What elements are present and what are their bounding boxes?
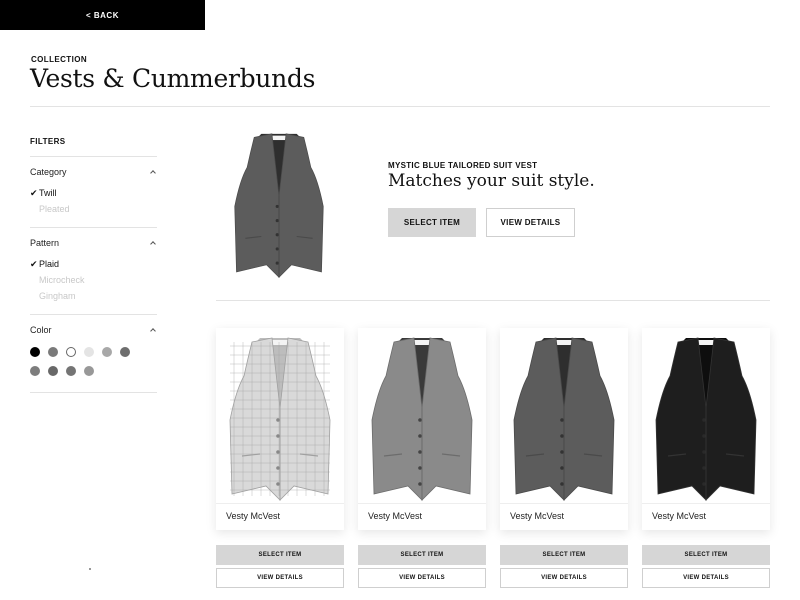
feature-product-name: MYSTIC BLUE TAILORED SUIT VEST	[388, 161, 538, 170]
filter-option-label: Gingham	[39, 291, 76, 301]
card-divider	[216, 503, 344, 504]
section-divider	[216, 300, 770, 301]
filter-label-color: Color	[30, 325, 52, 335]
product-name: Vesty McVest	[652, 511, 707, 521]
product-card[interactable]: Vesty McVest	[216, 328, 344, 530]
back-button[interactable]: < BACK	[0, 0, 205, 30]
filter-group-category: Category ✔ Twill Pleated	[30, 157, 157, 227]
select-item-button[interactable]: SELECT ITEM	[358, 545, 486, 565]
view-details-button[interactable]: VIEW DETAILS	[500, 568, 628, 588]
filter-option-label: Pleated	[39, 204, 70, 214]
filter-divider	[30, 392, 157, 393]
select-item-button[interactable]: SELECT ITEM	[216, 545, 344, 565]
color-swatch[interactable]	[66, 347, 76, 357]
product-name: Vesty McVest	[510, 511, 565, 521]
feature-vest-image	[222, 125, 336, 279]
filter-option-gingham[interactable]: Gingham	[30, 288, 157, 304]
filter-header-pattern[interactable]: Pattern	[30, 236, 157, 250]
chevron-up-icon	[149, 326, 157, 334]
page-title: Vests & Cummerbunds	[30, 64, 316, 93]
color-swatch[interactable]	[66, 366, 76, 376]
view-details-button[interactable]: VIEW DETAILS	[216, 568, 344, 588]
filter-option-label: Twill	[39, 188, 57, 198]
feature-view-details-button[interactable]: VIEW DETAILS	[486, 208, 575, 237]
vest-image	[642, 328, 770, 502]
filter-option-plaid[interactable]: ✔ Plaid	[30, 256, 157, 272]
product-card[interactable]: Vesty McVest	[642, 328, 770, 530]
collection-eyebrow: COLLECTION	[31, 55, 87, 64]
color-swatch[interactable]	[30, 347, 40, 357]
filter-option-label: Plaid	[39, 259, 60, 269]
vest-image	[216, 328, 344, 502]
check-icon: ✔	[30, 258, 38, 269]
product-card[interactable]: Vesty McVest	[500, 328, 628, 530]
filters-title: FILTERS	[30, 137, 66, 146]
filter-label-pattern: Pattern	[30, 238, 60, 248]
product-name: Vesty McVest	[368, 511, 423, 521]
view-details-button[interactable]: VIEW DETAILS	[358, 568, 486, 588]
color-swatch[interactable]	[120, 347, 130, 357]
pagination-dot	[89, 568, 91, 570]
vest-image	[500, 328, 628, 502]
chevron-up-icon	[149, 239, 157, 247]
color-swatch-grid	[30, 343, 157, 382]
filter-option-pleated[interactable]: Pleated	[30, 201, 157, 217]
card-divider	[642, 503, 770, 504]
filter-group-color: Color	[30, 315, 157, 392]
view-details-button[interactable]: VIEW DETAILS	[642, 568, 770, 588]
color-swatch[interactable]	[48, 366, 58, 376]
feature-title: Matches your suit style.	[388, 171, 595, 191]
color-swatch[interactable]	[48, 347, 58, 357]
feature-select-item-button[interactable]: SELECT ITEM	[388, 208, 476, 237]
filter-header-color[interactable]: Color	[30, 323, 157, 337]
filter-option-microcheck[interactable]: Microcheck	[30, 272, 157, 288]
vest-image	[358, 328, 486, 502]
color-swatch[interactable]	[84, 347, 94, 357]
filter-label-category: Category	[30, 167, 67, 177]
check-icon: ✔	[30, 187, 38, 198]
filter-group-pattern: Pattern ✔ Plaid Microcheck Gingham	[30, 228, 157, 314]
chevron-up-icon	[149, 168, 157, 176]
filter-option-twill[interactable]: ✔ Twill	[30, 185, 157, 201]
filter-header-category[interactable]: Category	[30, 165, 157, 179]
card-divider	[500, 503, 628, 504]
select-item-button[interactable]: SELECT ITEM	[642, 545, 770, 565]
header-divider	[30, 106, 770, 107]
product-card[interactable]: Vesty McVest	[358, 328, 486, 530]
color-swatch[interactable]	[102, 347, 112, 357]
filter-option-label: Microcheck	[39, 275, 85, 285]
filters-panel: FILTERS Category ✔ Twill Pleated Pattern…	[30, 132, 157, 393]
color-swatch[interactable]	[84, 366, 94, 376]
select-item-button[interactable]: SELECT ITEM	[500, 545, 628, 565]
color-swatch[interactable]	[30, 366, 40, 376]
product-name: Vesty McVest	[226, 511, 281, 521]
card-divider	[358, 503, 486, 504]
